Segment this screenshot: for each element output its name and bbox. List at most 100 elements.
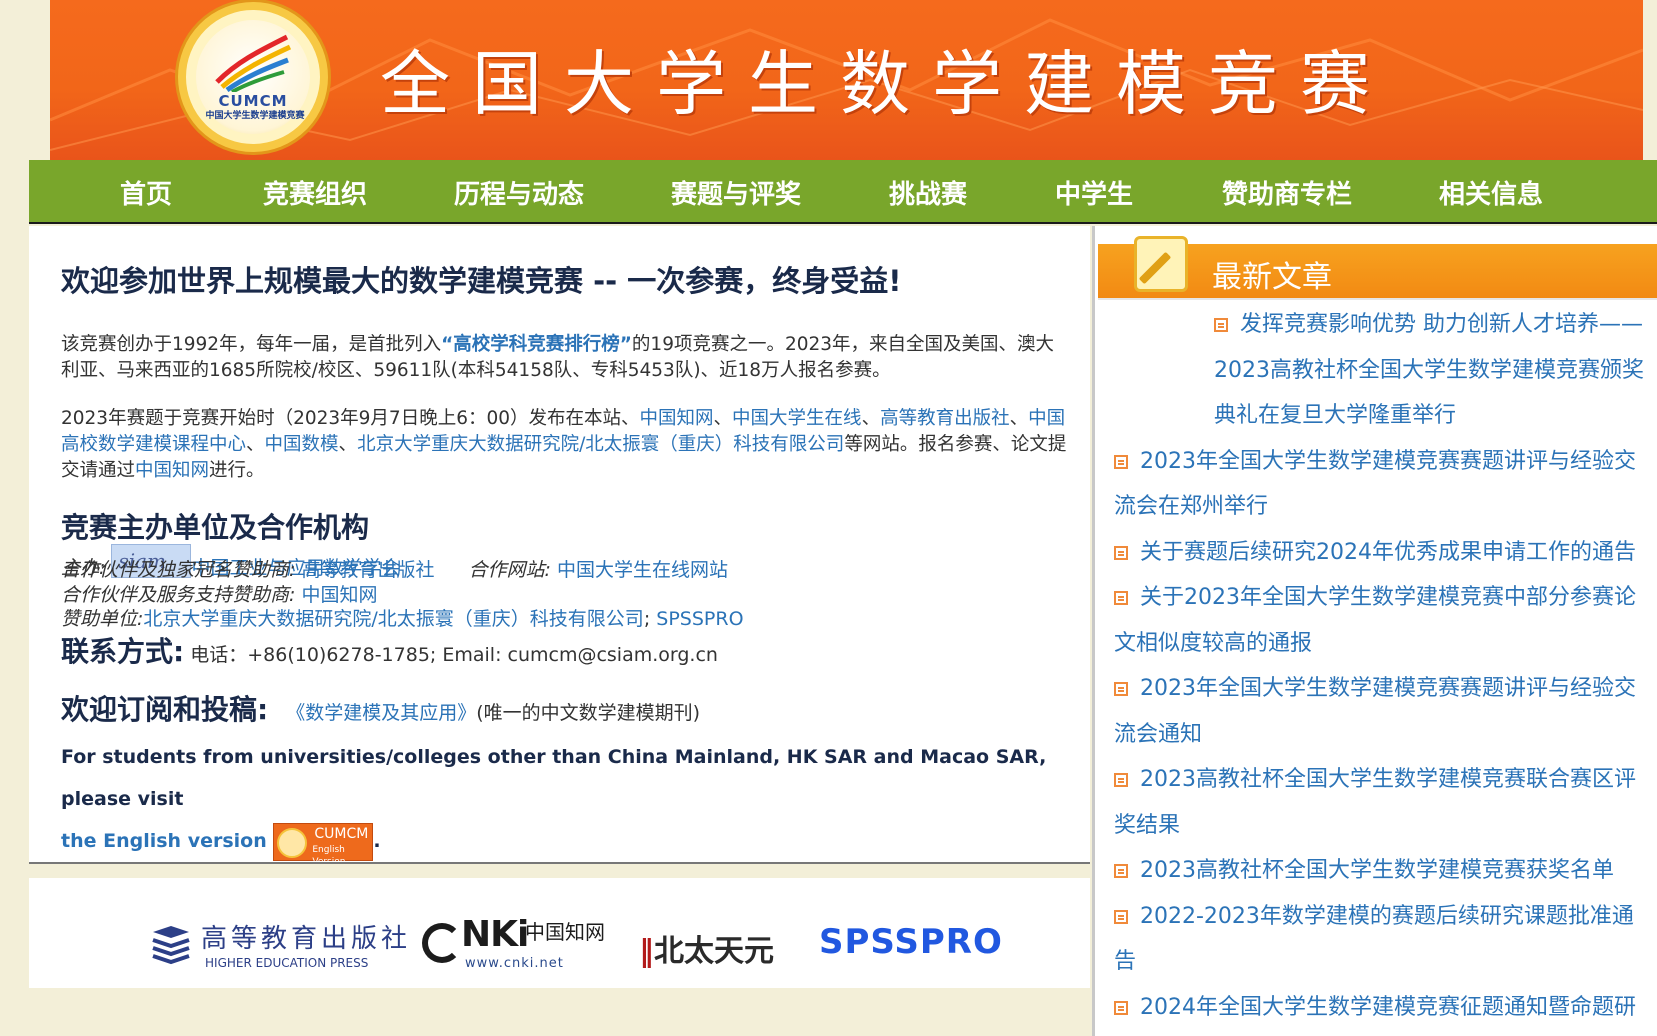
english-version-link[interactable]: the English version [61,830,267,852]
document-icon [1114,773,1128,787]
cnki-logo-chinese: 中国知网 [525,920,605,944]
nav-item-challenge[interactable]: 挑战赛 [889,174,967,211]
spsspro-logo[interactable]: SPSSPRO [819,922,1003,962]
nav-item-sponsors[interactable]: 赞助商专栏 [1222,174,1352,211]
partner2-link[interactable]: 中国知网 [301,584,377,606]
main-nav: 首页 竞赛组织 历程与动态 赛题与评奖 挑战赛 中学生 赞助商专栏 相关信息 [29,160,1657,224]
news-item-title: 2023年全国大学生数学建模竞赛赛题讲评与经验交流会通知 [1114,676,1636,747]
sponsor-link-1[interactable]: 北京大学重庆大数据研究院/北太振寰（重庆）科技有限公司 [143,608,643,630]
news-item[interactable]: 2023高教社杯全国大学生数学建模竞赛联合赛区评奖结果 [1098,757,1654,848]
sponsor-logos: 高等教育出版社 HIGHER EDUCATION PRESS NKi 中国知网 … [29,878,1090,988]
partner-site-label: 合作网站: [468,559,551,581]
document-icon [1114,545,1128,560]
hep-logo-icon[interactable] [149,922,193,966]
english-version-button[interactable]: CUMCM English Version [273,822,374,867]
separator: 、 [713,408,733,429]
partner1-label: 合作伙伴及独家冠名赞助商: [61,559,296,581]
link-cnki[interactable]: 中国知网 [640,408,714,429]
partner2-label: 合作伙伴及服务支持赞助商: [61,584,296,606]
partner2-line: 合作伙伴及服务支持赞助商: 中国知网 [61,580,377,607]
journal-link[interactable]: 《数学建模及其应用》 [286,702,476,724]
nav-item-home[interactable]: 首页 [120,174,172,211]
sponsor-separator: ; [643,608,651,630]
nav-item-high-school[interactable]: 中学生 [1055,174,1133,211]
news-item-title: 关于赛题后续研究2024年优秀成果申请工作的通告 [1140,539,1636,565]
link-hep[interactable]: 高等教育出版社 [880,408,1010,429]
link-univs-online[interactable]: 中国大学生在线 [732,408,862,429]
english-text: For students from universities/colleges … [61,746,1047,810]
nav-item-history[interactable]: 历程与动态 [454,174,584,211]
news-item-title: 发挥竞赛影响优势 助力创新人才培养——2023高教社杯全国大学生数学建模竞赛颁奖… [1214,312,1644,428]
nav-item-related-info[interactable]: 相关信息 [1439,174,1543,211]
separator: 、 [861,408,881,429]
sponsor-label: 赞助单位: [61,608,144,630]
pku-logo[interactable]: ‖北太天元 [639,926,774,970]
news-item[interactable]: 2023高教社杯全国大学生数学建模竞赛获奖名单 [1098,848,1654,894]
sponsor-link-2[interactable]: SPSSPRO [656,608,743,630]
news-item-title: 2023高教社杯全国大学生数学建模竞赛联合赛区评奖结果 [1114,767,1636,838]
welcome-heading: 欢迎参加世界上规模最大的数学建模竞赛 -- 一次参赛，终身受益! [61,264,902,298]
news-item[interactable]: 2023年全国大学生数学建模竞赛赛题讲评与经验交流会通知 [1098,666,1654,757]
cnki-logo-url: www.cnki.net [465,956,564,971]
news-item-title: 2022-2023年数学建模的赛题后续研究课题批准通告 [1114,903,1634,975]
link-china-mcm[interactable]: 中国数模 [265,434,339,455]
news-item[interactable]: 关于赛题后续研究2024年优秀成果申请工作的通告 [1098,530,1654,576]
partner1-line: 合作伙伴及独家冠名赞助商: 高等教育出版社 合作网站: 中国大学生在线网站 [61,555,728,582]
partner1-link[interactable]: 高等教育出版社 [301,559,434,581]
english-notice: For students from universities/colleges … [61,736,1081,867]
notepad-icon [1134,236,1188,292]
document-icon [1214,318,1228,332]
contact-text: 电话：+86(10)6278-1785; Email: cumcm@csiam.… [190,644,718,666]
news-item-title: 2023高教社杯全国大学生数学建模竞赛获奖名单 [1140,858,1614,883]
cumcm-logo[interactable]: CUMCM 中国大学生数学建模竞赛 [178,2,328,152]
news-list: 发挥竞赛影响优势 助力创新人才培养——2023高教社杯全国大学生数学建模竞赛颁奖… [1098,302,1654,1030]
pencil-icon [1138,251,1172,285]
hep-logo-text: 高等教育出版社 [201,924,412,954]
news-item[interactable]: 2024年全国大学生数学建模竞赛征题通知暨命题研 [1098,985,1654,1031]
site-banner: CUMCM 中国大学生数学建模竞赛 全国大学生数学建模竞赛 [50,0,1643,160]
nav-item-organization[interactable]: 竞赛组织 [263,174,367,211]
site-title: 全国大学生数学建模竞赛 [380,43,1392,125]
document-icon [1114,591,1128,605]
document-icon [1114,454,1128,469]
header-divider [1098,298,1657,300]
journal-note: (唯一的中文数学建模期刊) [476,702,701,724]
latest-articles-header: 最新文章 [1098,236,1657,298]
release-text: 进行。 [209,460,265,481]
separator: 、 [1009,408,1029,429]
intro-paragraph-2: 2023年赛题于竞赛开始时（2023年9月7日晚上6：00）发布在本站、中国知网… [61,406,1071,484]
separator: 、 [338,434,358,455]
document-icon [1114,1000,1128,1015]
english-end: . [373,830,381,852]
cnki-logo-icon[interactable] [422,923,462,963]
document-icon [1114,864,1128,878]
subscribe-label: 欢迎订阅和投稿: [61,693,269,726]
sponsor-line: 赞助单位:北京大学重庆大数据研究院/北太振寰（重庆）科技有限公司; SPSSPR… [61,604,744,631]
intro-paragraph-1: 该竞赛创办于1992年，每年一届，是首批列入“高校学科竞赛排行榜”的19项竞赛之… [61,332,1071,384]
cumcm-mini-icon [277,827,308,858]
logo-ring-text: 中国大学生数学建模竞赛 [205,111,305,121]
news-item[interactable]: 关于2023年全国大学生数学建模竞赛中部分参赛论文相似度较高的通报 [1098,575,1654,666]
latest-articles-title: 最新文章 [1212,260,1332,295]
main-content: 欢迎参加世界上规模最大的数学建模竞赛 -- 一次参赛，终身受益! 该竞赛创办于1… [29,226,1090,867]
link-cnki-submit[interactable]: 中国知网 [135,460,209,481]
news-item-title: 2023年全国大学生数学建模竞赛赛题讲评与经验交流会在郑州举行 [1114,448,1636,520]
news-item[interactable]: 发挥竞赛影响优势 助力创新人才培养——2023高教社杯全国大学生数学建模竞赛颁奖… [1098,302,1654,439]
nav-item-problems-awards[interactable]: 赛题与评奖 [671,174,801,211]
news-item[interactable]: 2023年全国大学生数学建模竞赛赛题讲评与经验交流会在郑州举行 [1098,439,1654,530]
cnki-logo-text: NKi [461,914,529,955]
latest-articles-panel: 最新文章 发挥竞赛影响优势 助力创新人才培养——2023高教社杯全国大学生数学建… [1092,226,1657,1036]
document-icon [1114,909,1128,924]
subscribe-line: 欢迎订阅和投稿: 《数学建模及其应用》(唯一的中文数学建模期刊) [61,688,700,728]
link-pku-chongqing[interactable]: 北京大学重庆大数据研究院/北太振寰（重庆）科技有限公司 [357,434,844,455]
pku-logo-text: 北太天元 [654,934,774,969]
ranking-link[interactable]: “高校学科竞赛排行榜” [441,334,632,355]
news-item[interactable]: 2022-2023年数学建模的赛题后续研究课题批准通告 [1098,894,1654,985]
document-icon [1114,682,1128,696]
organizers-heading: 竞赛主办单位及合作机构 [61,511,370,544]
partner-site-link[interactable]: 中国大学生在线网站 [557,559,728,581]
news-item-title: 关于2023年全国大学生数学建模竞赛中部分参赛论文相似度较高的通报 [1114,585,1636,656]
contact-label: 联系方式: [61,635,185,668]
left-margin [0,226,29,1036]
news-item-title: 2024年全国大学生数学建模竞赛征题通知暨命题研 [1140,994,1636,1020]
